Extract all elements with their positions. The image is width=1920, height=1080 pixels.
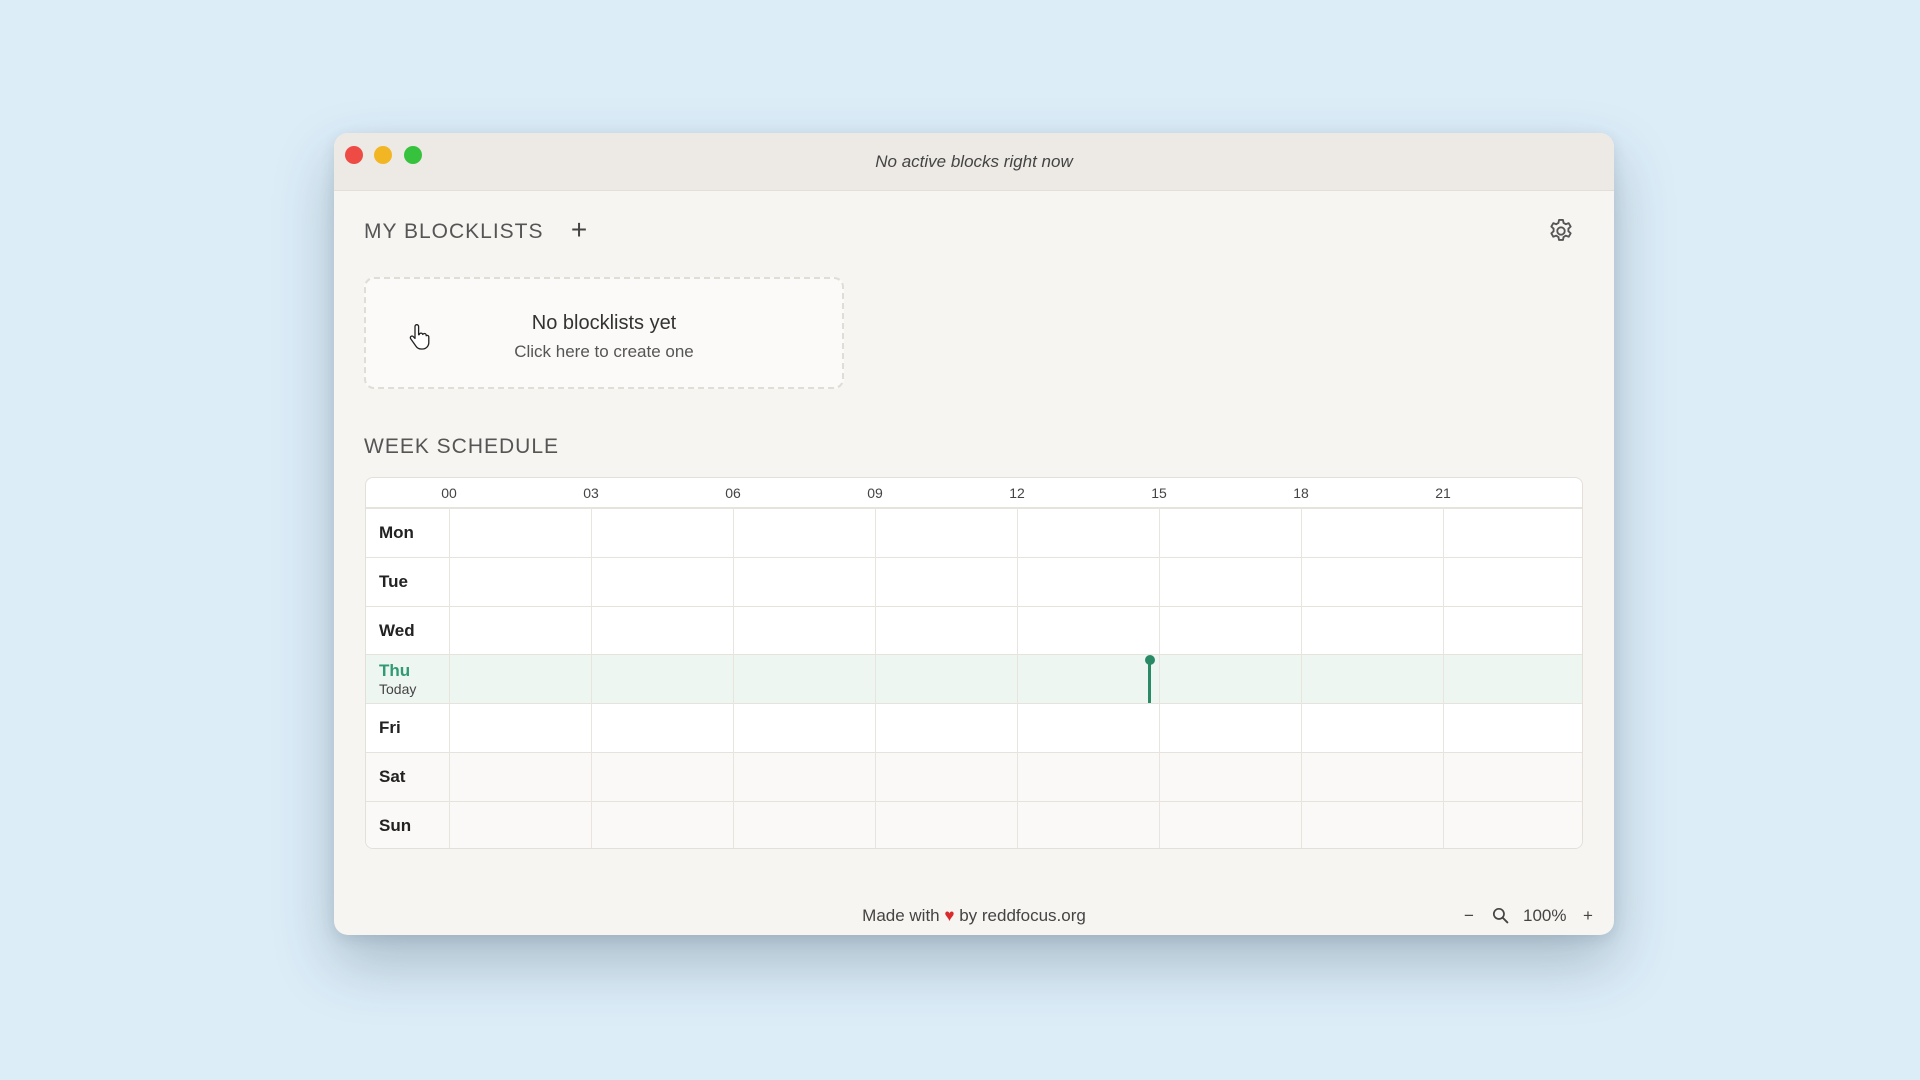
schedule-row-mon[interactable]: Mon: [366, 508, 1582, 557]
schedule-row-tue[interactable]: Tue: [366, 556, 1582, 606]
window-title: No active blocks right now: [875, 152, 1073, 171]
week-schedule-grid: Mon Tue Wed Thu Today Fri Sat Sun 00 03 06 09 12 15 18…: [365, 477, 1583, 849]
hour-label: 03: [583, 485, 599, 501]
schedule-row-fri[interactable]: Fri: [366, 703, 1582, 752]
footer-prefix: Made with: [862, 906, 940, 925]
add-blocklist-button[interactable]: +: [565, 216, 593, 244]
gear-icon[interactable]: [1547, 217, 1575, 245]
day-label: Wed: [379, 620, 415, 640]
schedule-row-sun[interactable]: Sun: [366, 800, 1582, 848]
magnifier-icon: [1492, 907, 1509, 924]
current-time-dot: [1144, 655, 1155, 666]
schedule-row-thu[interactable]: Thu Today: [366, 654, 1582, 704]
day-label: Sun: [379, 815, 412, 835]
blocklists-heading: MY BLOCKLISTS: [364, 220, 544, 243]
empty-state-subtitle: Click here to create one: [514, 342, 694, 361]
hour-gridline: [449, 508, 450, 848]
day-label: Mon: [379, 523, 414, 542]
zoom-out-button[interactable]: −: [1464, 906, 1474, 926]
hour-gridline: [1301, 508, 1302, 848]
hour-label: 15: [1151, 485, 1167, 501]
hour-label: 06: [725, 485, 741, 501]
current-time-indicator: [1148, 658, 1152, 704]
hour-gridline: [1017, 508, 1018, 848]
footer-credit: Made with ♥ by reddfocus.org: [334, 906, 1614, 926]
hour-gridline: [591, 508, 592, 848]
week-schedule-heading: WEEK SCHEDULE: [364, 435, 560, 458]
day-label: Sat: [379, 767, 406, 786]
hour-label: 00: [441, 485, 457, 501]
hour-label: 21: [1435, 485, 1451, 501]
today-label: Today: [379, 681, 417, 698]
hour-gridline: [1443, 508, 1444, 848]
hour-label: 18: [1293, 485, 1309, 501]
day-label: Tue: [379, 571, 408, 591]
title-bar: No active blocks right now: [334, 133, 1614, 191]
day-label: Fri: [379, 718, 401, 738]
create-blocklist-card[interactable]: No blocklists yet Click here to create o…: [364, 277, 844, 389]
hour-gridline: [875, 508, 876, 848]
footer-link[interactable]: by reddfocus.org: [959, 906, 1086, 925]
app-window: No active blocks right now MY BLOCKLISTS…: [334, 133, 1614, 935]
zoom-in-button[interactable]: +: [1583, 906, 1593, 926]
zoom-level: 100%: [1523, 906, 1567, 925]
schedule-row-wed[interactable]: Wed: [366, 605, 1582, 655]
heart-icon: ♥: [944, 906, 955, 925]
hour-gridline: [733, 508, 734, 848]
hour-label: 12: [1009, 485, 1025, 501]
empty-state-title: No blocklists yet: [531, 312, 677, 334]
hour-label: 09: [867, 485, 883, 501]
schedule-row-sat[interactable]: Sat: [366, 752, 1582, 801]
day-label: Thu: [379, 661, 411, 681]
hour-gridline: [1159, 508, 1160, 848]
